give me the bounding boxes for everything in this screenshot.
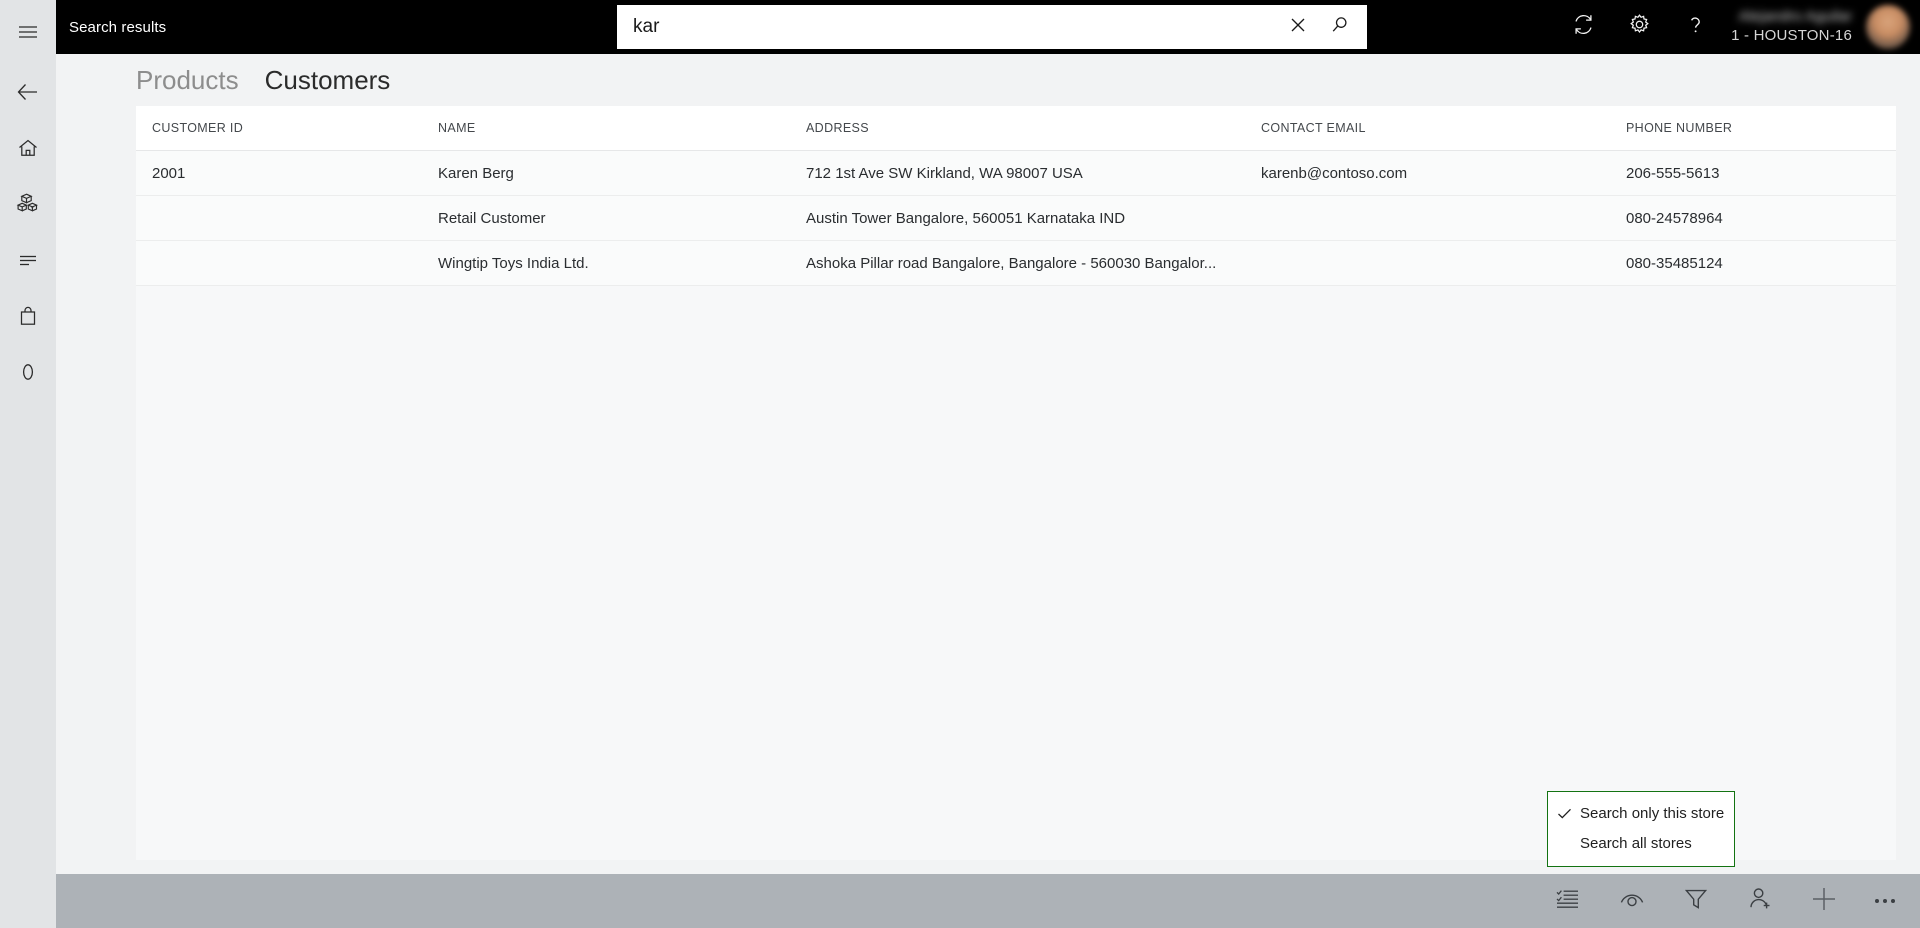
select-list-button[interactable] bbox=[1536, 874, 1600, 928]
funnel-icon bbox=[1683, 886, 1709, 917]
result-tabs: Products Customers bbox=[56, 54, 1920, 106]
menu-item-search-only-this-store[interactable]: Search only this store bbox=[1548, 798, 1734, 828]
store-label: 1 - HOUSTON-16 bbox=[1731, 27, 1852, 44]
home-icon bbox=[16, 136, 40, 160]
shopping-bag-icon bbox=[16, 304, 40, 328]
eye-icon bbox=[1618, 885, 1646, 918]
table-row[interactable]: Wingtip Toys India Ltd. Ashoka Pillar ro… bbox=[136, 241, 1896, 286]
add-customer-button[interactable] bbox=[1728, 874, 1792, 928]
cell-name: Retail Customer bbox=[438, 209, 546, 227]
column-header-customer-id[interactable]: CUSTOMER ID bbox=[136, 121, 422, 135]
avatar[interactable] bbox=[1866, 5, 1910, 49]
top-app-bar: Search results kar Alejandro Aguilar 1 -… bbox=[56, 0, 1920, 54]
oval-icon bbox=[16, 360, 40, 384]
gear-icon bbox=[1627, 12, 1652, 42]
plus-icon bbox=[1809, 884, 1839, 919]
question-mark-icon bbox=[1683, 12, 1708, 42]
person-add-icon bbox=[1747, 885, 1774, 917]
search-scope-menu: Search only this store Search all stores bbox=[1547, 791, 1735, 867]
settings-button[interactable] bbox=[1611, 0, 1667, 54]
new-button[interactable] bbox=[1792, 874, 1856, 928]
refresh-icon bbox=[1571, 12, 1596, 42]
menu-item-label: Search all stores bbox=[1580, 834, 1692, 852]
cell-phone-number: 206-555-5613 bbox=[1626, 164, 1720, 182]
check-icon bbox=[1548, 805, 1580, 822]
checklist-icon bbox=[1555, 886, 1581, 917]
ellipsis-icon bbox=[1875, 899, 1895, 903]
submit-search-button[interactable] bbox=[1319, 5, 1361, 49]
cell-phone-number: 080-24578964 bbox=[1626, 209, 1723, 227]
lines-icon bbox=[16, 248, 40, 272]
search-input[interactable] bbox=[617, 6, 1277, 48]
view-button[interactable] bbox=[1600, 874, 1664, 928]
column-header-contact-email[interactable]: CONTACT EMAIL bbox=[1245, 121, 1610, 135]
page-title: Search results bbox=[69, 18, 167, 36]
user-store-block[interactable]: Alejandro Aguilar 1 - HOUSTON-16 bbox=[1723, 0, 1866, 54]
bottom-command-bar bbox=[56, 874, 1920, 928]
cell-address: 712 1st Ave SW Kirkland, WA 98007 USA bbox=[806, 164, 1083, 182]
customers-results-grid: CUSTOMER ID NAME ADDRESS CONTACT EMAIL P… bbox=[136, 106, 1896, 860]
back-button[interactable] bbox=[0, 64, 56, 120]
search-box bbox=[617, 5, 1367, 49]
table-row[interactable]: 2001 Karen Berg 712 1st Ave SW Kirkland,… bbox=[136, 151, 1896, 196]
tab-products[interactable]: Products bbox=[136, 65, 239, 96]
hamburger-menu-button[interactable] bbox=[0, 4, 56, 60]
table-row[interactable]: Retail Customer Austin Tower Bangalore, … bbox=[136, 196, 1896, 241]
left-navigation-rail bbox=[0, 0, 56, 928]
content-area: Products Customers CUSTOMER ID NAME ADDR… bbox=[56, 54, 1920, 874]
tab-customers[interactable]: Customers bbox=[265, 65, 391, 96]
help-button[interactable] bbox=[1667, 0, 1723, 54]
column-header-address[interactable]: ADDRESS bbox=[790, 121, 1245, 135]
cell-phone-number: 080-35485124 bbox=[1626, 254, 1723, 272]
grid-empty-space bbox=[136, 286, 1896, 860]
boxes-icon bbox=[15, 191, 41, 217]
refresh-button[interactable] bbox=[1555, 0, 1611, 54]
clear-search-button[interactable] bbox=[1277, 5, 1319, 49]
sidebar-item-shopping-bag[interactable] bbox=[0, 288, 56, 344]
menu-item-label: Search only this store bbox=[1580, 804, 1725, 822]
menu-item-search-all-stores[interactable]: Search all stores bbox=[1548, 828, 1734, 858]
cell-address: Ashoka Pillar road Bangalore, Bangalore … bbox=[806, 254, 1217, 272]
sidebar-item-journals[interactable] bbox=[0, 232, 56, 288]
sidebar-item-home[interactable] bbox=[0, 120, 56, 176]
arrow-left-icon bbox=[15, 79, 41, 105]
close-icon bbox=[1288, 15, 1308, 40]
search-icon bbox=[1329, 14, 1351, 41]
user-name: Alejandro Aguilar bbox=[1738, 8, 1852, 25]
column-header-phone-number[interactable]: PHONE NUMBER bbox=[1610, 121, 1896, 135]
grid-header-row: CUSTOMER ID NAME ADDRESS CONTACT EMAIL P… bbox=[136, 106, 1896, 151]
filter-button[interactable] bbox=[1664, 874, 1728, 928]
sidebar-item-products[interactable] bbox=[0, 176, 56, 232]
more-button[interactable] bbox=[1856, 874, 1914, 928]
main-region: Search results kar Alejandro Aguilar 1 -… bbox=[56, 0, 1920, 928]
cell-customer-id: 2001 bbox=[152, 164, 186, 182]
cell-address: Austin Tower Bangalore, 560051 Karnataka… bbox=[806, 209, 1126, 227]
top-bar-actions: Alejandro Aguilar 1 - HOUSTON-16 bbox=[1555, 0, 1920, 54]
cell-name: Wingtip Toys India Ltd. bbox=[438, 254, 589, 272]
app-window: Search results kar Alejandro Aguilar 1 -… bbox=[0, 0, 1920, 928]
column-header-name[interactable]: NAME bbox=[422, 121, 790, 135]
cell-contact-email: karenb@contoso.com bbox=[1261, 164, 1408, 182]
hamburger-icon bbox=[16, 20, 40, 44]
cell-name: Karen Berg bbox=[438, 164, 514, 182]
sidebar-item-cart[interactable] bbox=[0, 344, 56, 400]
